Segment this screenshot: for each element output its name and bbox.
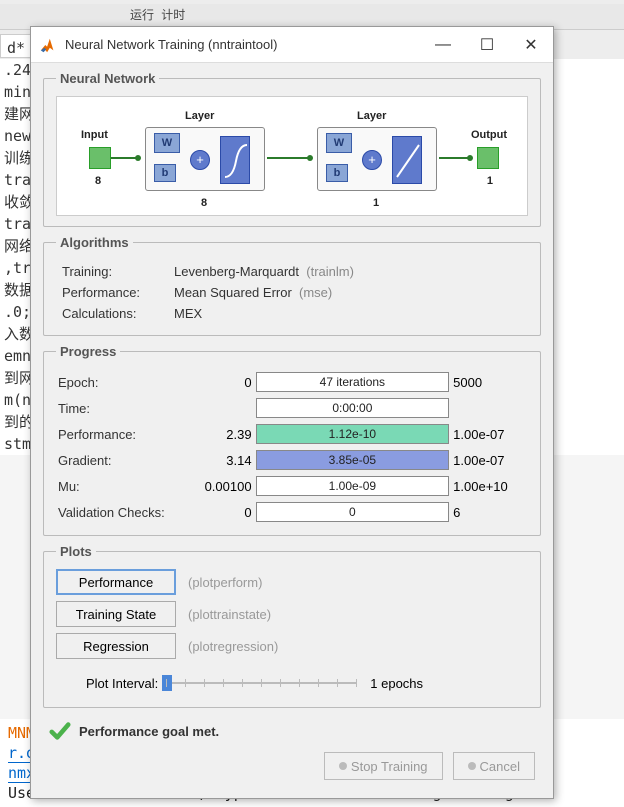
network-fieldset: Neural Network Input Layer Layer Output … [43,71,541,227]
perf-value: Mean Squared Error [174,285,292,300]
algorithms-legend: Algorithms [56,235,133,250]
algorithms-fieldset: Algorithms Training:Levenberg-Marquardt … [43,235,541,336]
close-button[interactable]: ✕ [509,27,553,63]
progress-time-end [451,395,528,421]
progress-performance-label: Performance: [56,421,188,447]
progress-mu-start: 0.00100 [188,473,254,499]
progress-gradient-label: Gradient: [56,447,188,473]
progress-mu-end: 1.00e+10 [451,473,528,499]
out-mid-size: 1 [373,197,379,209]
input-size: 8 [95,175,101,187]
plots-legend: Plots [56,544,96,559]
perf-hint: (mse) [299,285,332,300]
w-block-2: W [326,133,352,153]
training-state-plot-button[interactable]: Training State [56,601,176,627]
progress-epoch-end: 5000 [451,369,528,395]
progress-validation-label: Validation Checks: [56,499,188,525]
input-label: Input [81,129,108,141]
plot-interval-slider[interactable] [166,673,356,693]
progress-epoch-bar: 47 iterations [256,372,450,392]
progress-fieldset: Progress Epoch:047 iterations5000Time:0:… [43,344,541,536]
progress-mu-bar: 1.00e-09 [256,476,450,496]
status-text: Performance goal met. [79,724,219,739]
reg-plot-hint: (plotregression) [188,639,278,654]
progress-legend: Progress [56,344,120,359]
input-block [89,147,111,169]
progress-epoch-label: Epoch: [56,369,188,395]
matlab-icon [39,36,57,54]
progress-epoch-start: 0 [188,369,254,395]
output-block [477,147,499,169]
titlebar[interactable]: Neural Network Training (nntraintool) — … [31,27,553,63]
network-legend: Neural Network [56,71,159,86]
training-label: Training: [58,262,168,281]
w-block: W [154,133,180,153]
progress-validation-start: 0 [188,499,254,525]
progress-performance-bar: 1.12e-10 [256,424,450,444]
dialog-title: Neural Network Training (nntraintool) [65,37,421,52]
cancel-dot-icon [468,762,476,770]
plots-fieldset: Plots Performance (plotperform) Training… [43,544,541,708]
progress-gradient-end: 1.00e-07 [451,447,528,473]
slider-thumb[interactable] [162,675,172,691]
minimize-button[interactable]: — [421,27,465,63]
cancel-button[interactable]: Cancel [453,752,535,780]
progress-mu-label: Mu: [56,473,188,499]
hidden-size: 8 [201,197,207,209]
plot-interval-label: Plot Interval: [86,676,158,691]
state-plot-hint: (plottrainstate) [188,607,271,622]
calc-label: Calculations: [58,304,168,323]
progress-time-bar: 0:00:00 [256,398,450,418]
network-diagram: Input Layer Layer Output 8 W b + 8 [56,96,528,216]
training-hint: (trainlm) [306,264,354,279]
regression-plot-button[interactable]: Regression [56,633,176,659]
training-value: Levenberg-Marquardt [174,264,299,279]
progress-performance-start: 2.39 [188,421,254,447]
purelin-icon [392,136,422,184]
sum-icon: + [190,150,210,170]
stop-dot-icon [339,762,347,770]
performance-plot-button[interactable]: Performance [56,569,176,595]
nntraintool-dialog: Neural Network Training (nntraintool) — … [30,26,554,799]
perf-label: Performance: [58,283,168,302]
progress-gradient-start: 3.14 [188,447,254,473]
calc-value: MEX [174,306,202,321]
progress-gradient-bar: 3.85e-05 [256,450,450,470]
progress-time-start [188,395,254,421]
b-block-2: b [326,164,348,182]
hidden-layer: W b + [145,127,265,191]
progress-performance-end: 1.00e-07 [451,421,528,447]
maximize-button[interactable]: ☐ [465,27,509,63]
progress-validation-bar: 0 [256,502,450,522]
check-icon [49,720,71,742]
plot-interval-value: 1 epochs [370,676,423,691]
progress-time-label: Time: [56,395,188,421]
stop-training-button[interactable]: Stop Training [324,752,443,780]
tansig-icon [220,136,250,184]
sum-icon-2: + [362,150,382,170]
perf-plot-hint: (plotperform) [188,575,262,590]
b-block: b [154,164,176,182]
output-layer: W b + [317,127,437,191]
layer1-label: Layer [185,110,214,122]
progress-validation-end: 6 [451,499,528,525]
layer2-label: Layer [357,110,386,122]
output-label: Output [471,129,507,141]
output-size: 1 [487,175,493,187]
